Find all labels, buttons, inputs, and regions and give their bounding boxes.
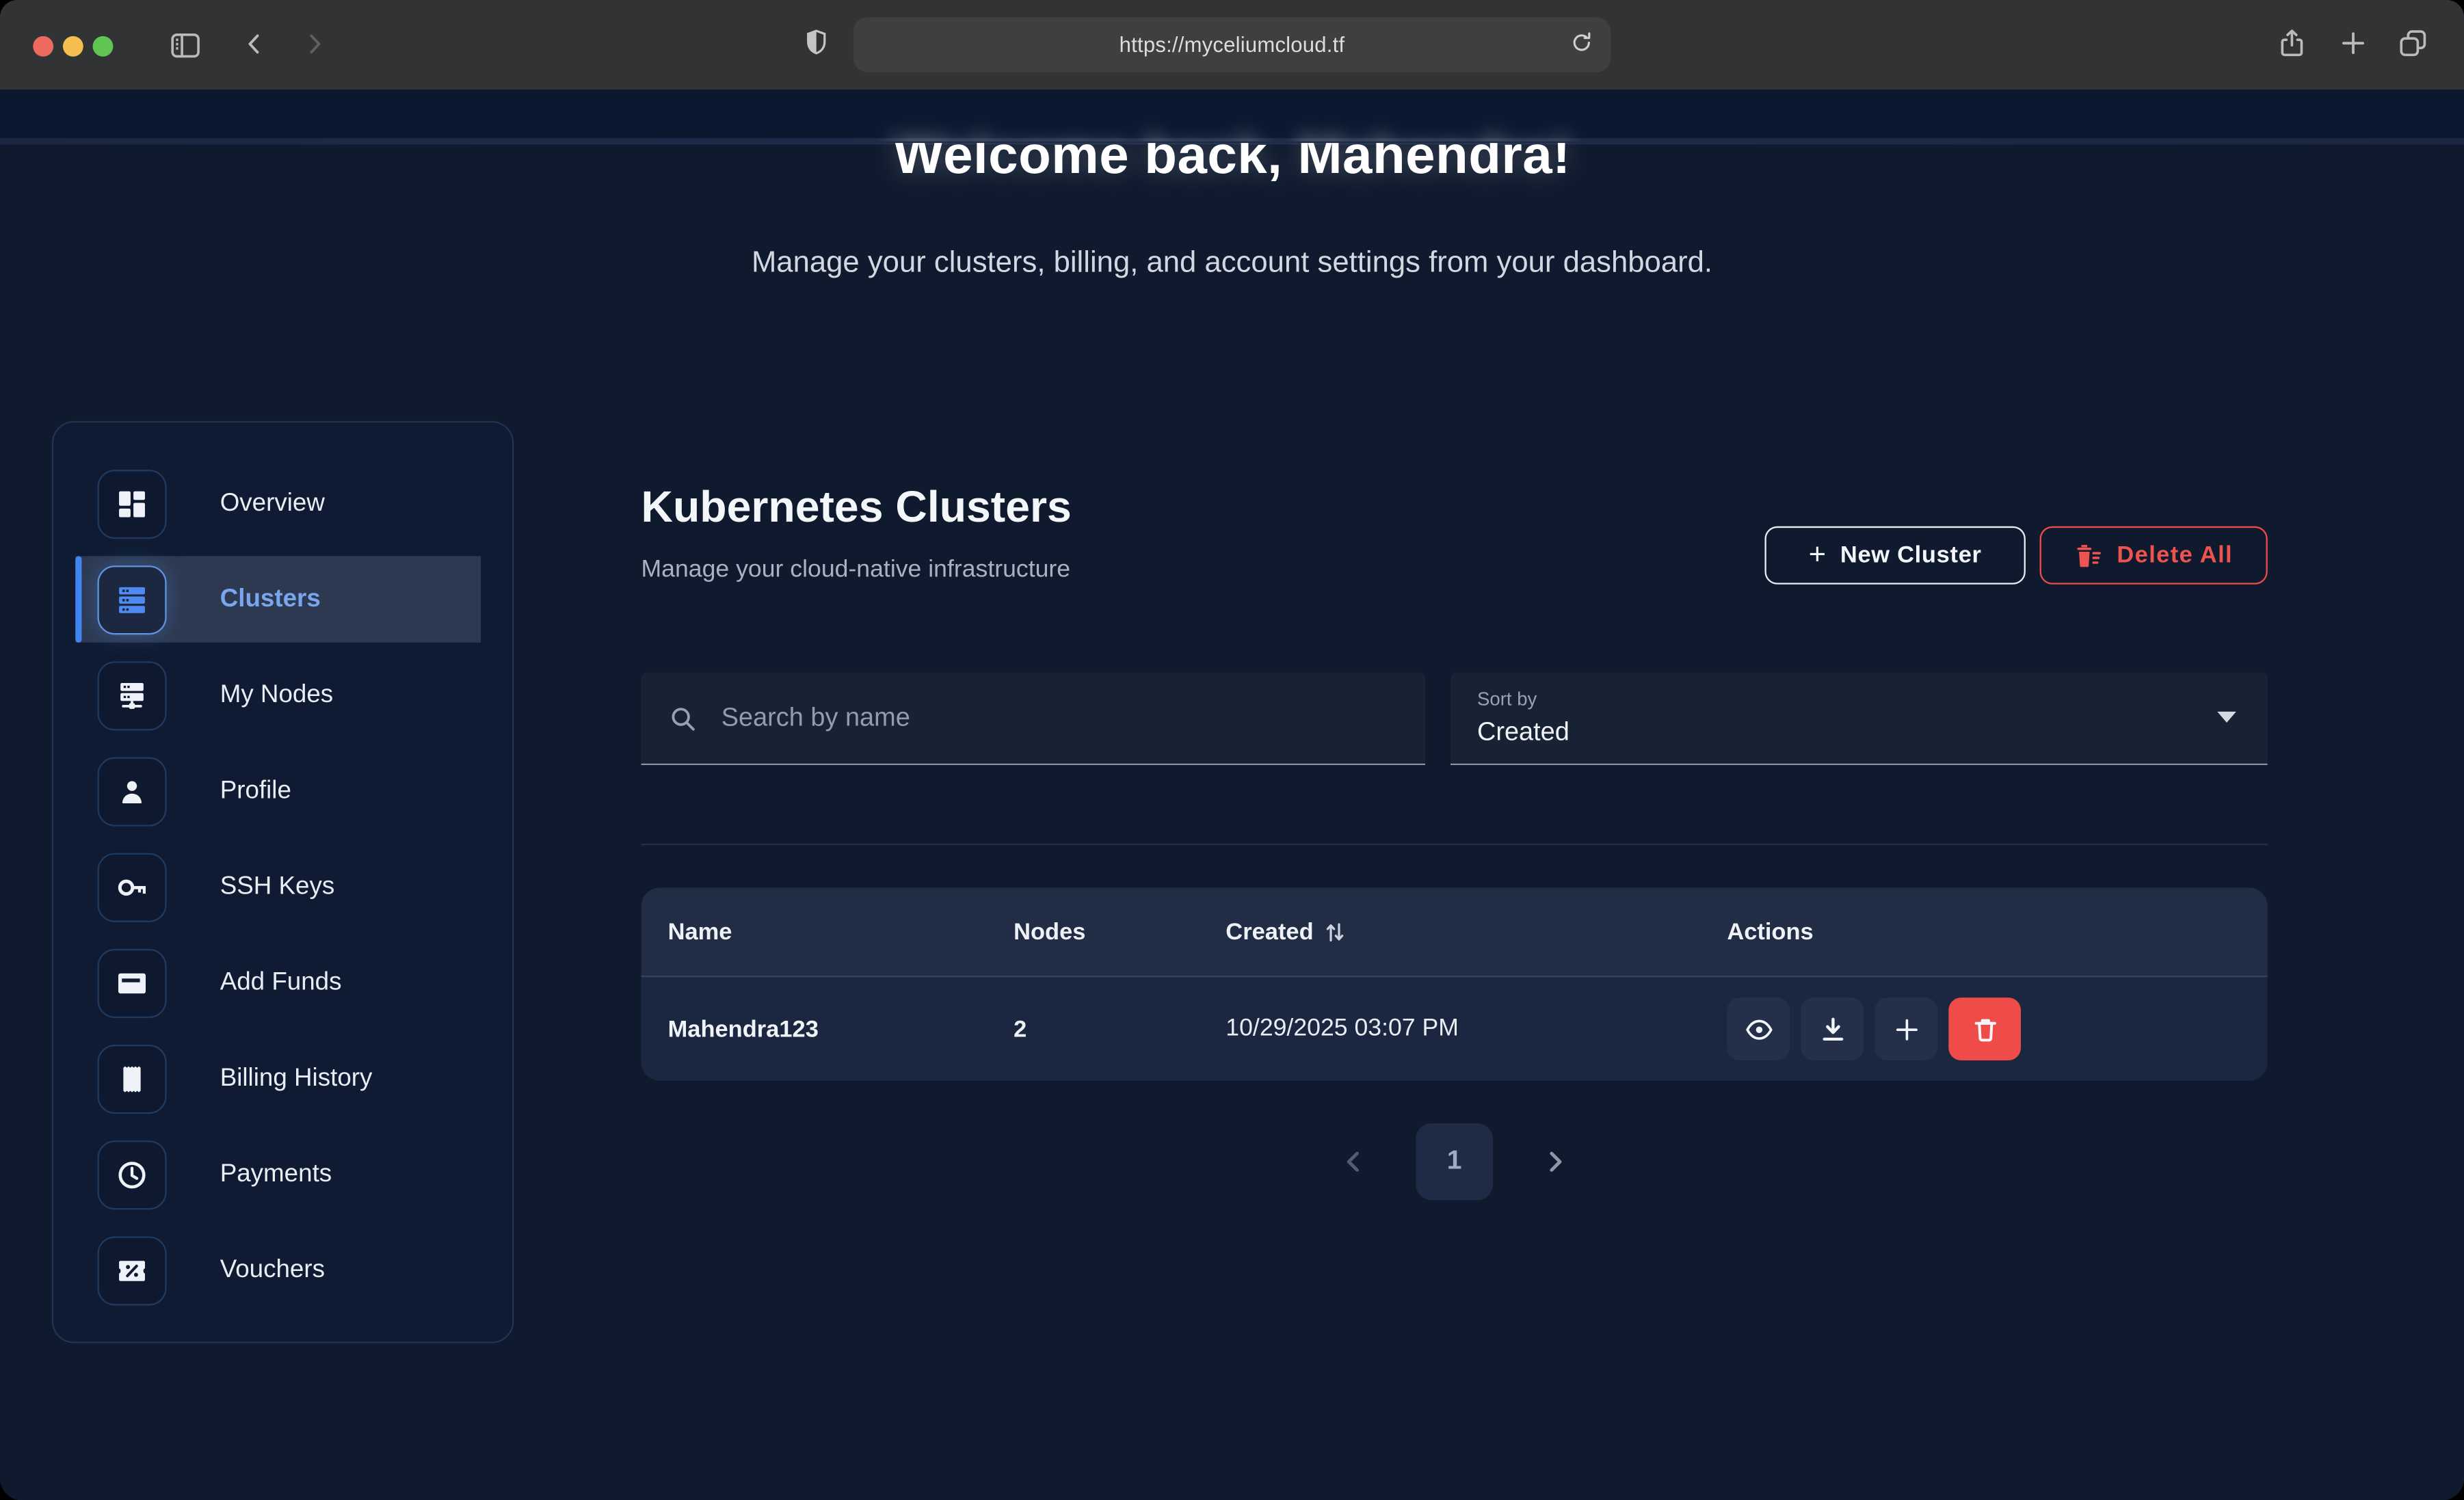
sidebar-item-label: Billing History: [220, 1064, 373, 1093]
sidebar-item-label: Overview: [220, 490, 325, 518]
privacy-shield-icon[interactable]: [800, 27, 833, 59]
key-icon: [115, 870, 150, 905]
cluster-name-cell: Mahendra123: [668, 1016, 1014, 1043]
forward-button[interactable]: [300, 30, 328, 58]
welcome-subtitle: Manage your clusters, billing, and accou…: [0, 247, 2464, 282]
view-cluster-button[interactable]: [1727, 997, 1790, 1060]
column-header-name: Name: [668, 918, 1014, 945]
sidebar-nav: Overview Clusters: [52, 421, 514, 1343]
cluster-nodes-cell: 2: [1014, 1016, 1226, 1043]
page-subtitle: Manage your cloud-native infrastructure: [641, 556, 1071, 584]
sidebar-item-label: My Nodes: [220, 681, 334, 709]
zoom-window-button[interactable]: [93, 36, 114, 57]
server-stack-icon: [115, 582, 150, 617]
column-header-nodes: Nodes: [1014, 918, 1226, 945]
plus-icon: +: [1809, 539, 1827, 570]
dashboard-icon: [115, 486, 150, 521]
search-icon: [668, 703, 698, 733]
share-icon[interactable]: [2275, 27, 2308, 59]
pagination: 1: [641, 1122, 2268, 1201]
sidebar-item-label: Profile: [220, 777, 291, 805]
hero-band: [0, 90, 2464, 138]
column-header-actions: Actions: [1727, 918, 2267, 945]
ticket-percent-icon: [115, 1253, 150, 1288]
sidebar-toggle-icon[interactable]: [168, 28, 203, 63]
download-kubeconfig-button[interactable]: [1801, 997, 1864, 1060]
new-tab-icon[interactable]: [2337, 27, 2370, 59]
wallet-icon: [115, 965, 150, 1000]
sort-by-label: Sort by: [1477, 688, 1537, 710]
chevron-right-icon: [1541, 1148, 1568, 1175]
sidebar-item-label: Clusters: [220, 585, 321, 613]
page-number-button[interactable]: 1: [1416, 1123, 1493, 1200]
node-server-icon: [115, 678, 150, 713]
cluster-created-cell: 10/29/2025 03:07 PM: [1226, 1015, 1727, 1043]
sidebar-item-label: Payments: [220, 1160, 332, 1188]
section-divider: [641, 844, 2268, 845]
search-field[interactable]: [641, 672, 1426, 765]
address-bar[interactable]: https://myceliumcloud.tf: [853, 17, 1611, 72]
sidebar-item-vouchers[interactable]: Vouchers: [53, 1222, 512, 1318]
browser-window: https://myceliumcloud.tf: [0, 0, 2464, 1500]
reload-icon[interactable]: [1568, 30, 1595, 65]
url-text: https://myceliumcloud.tf: [1120, 33, 1345, 56]
new-cluster-button[interactable]: + New Cluster: [1764, 526, 2025, 585]
chevron-down-icon: [2217, 712, 2236, 723]
sidebar-item-my-nodes[interactable]: My Nodes: [53, 647, 512, 743]
delete-all-button[interactable]: Delete All: [2040, 526, 2268, 585]
chevron-left-icon: [1340, 1148, 1367, 1175]
hero-band-strip: [0, 138, 2464, 144]
table-header-row: Name Nodes Created Actions: [641, 887, 2268, 976]
sidebar-item-payments[interactable]: Payments: [53, 1127, 512, 1222]
sidebar-item-ssh-keys[interactable]: SSH Keys: [53, 839, 512, 935]
clock-icon: [115, 1157, 150, 1192]
minimize-window-button[interactable]: [63, 36, 83, 57]
browser-toolbar: https://myceliumcloud.tf: [0, 0, 2464, 91]
close-window-button[interactable]: [33, 36, 53, 57]
sidebar-item-add-funds[interactable]: Add Funds: [53, 935, 512, 1030]
back-button[interactable]: [241, 30, 269, 58]
add-node-button[interactable]: [1875, 997, 1937, 1060]
delete-sweep-icon: [2074, 541, 2102, 570]
sort-by-value: Created: [1477, 718, 1569, 748]
person-icon: [115, 774, 150, 809]
sidebar-item-billing-history[interactable]: Billing History: [53, 1030, 512, 1126]
clusters-table: Name Nodes Created Actions: [641, 887, 2268, 1081]
next-page-button[interactable]: [1541, 1148, 1568, 1175]
sidebar-item-label: Vouchers: [220, 1256, 325, 1284]
plus-icon: [1891, 1014, 1921, 1044]
page-content: Welcome back, Mahendra! Welcome back, Ma…: [0, 90, 2464, 1500]
sidebar-item-overview[interactable]: Overview: [53, 455, 512, 551]
search-input[interactable]: [718, 701, 1403, 734]
receipt-icon: [115, 1061, 150, 1096]
trash-icon: [1970, 1014, 2000, 1044]
previous-page-button[interactable]: [1340, 1148, 1367, 1175]
sidebar-item-clusters[interactable]: Clusters: [53, 552, 512, 647]
sidebar-item-label: SSH Keys: [220, 872, 335, 900]
delete-cluster-button[interactable]: [1948, 997, 2021, 1060]
column-header-created[interactable]: Created: [1226, 918, 1727, 945]
download-icon: [1817, 1014, 1847, 1044]
table-row: Mahendra123 2 10/29/2025 03:07 PM: [641, 976, 2268, 1081]
sidebar-item-label: Add Funds: [220, 969, 342, 997]
page-title: Kubernetes Clusters: [641, 482, 1072, 533]
row-actions: [1727, 997, 2267, 1060]
eye-icon: [1743, 1014, 1773, 1044]
screenshot-stage: https://myceliumcloud.tf: [0, 0, 2464, 1500]
sort-updown-icon: [1325, 920, 1345, 943]
sort-by-select[interactable]: Sort by Created: [1450, 672, 2268, 765]
tab-overview-icon[interactable]: [2396, 27, 2429, 59]
sidebar-item-profile[interactable]: Profile: [53, 743, 512, 839]
